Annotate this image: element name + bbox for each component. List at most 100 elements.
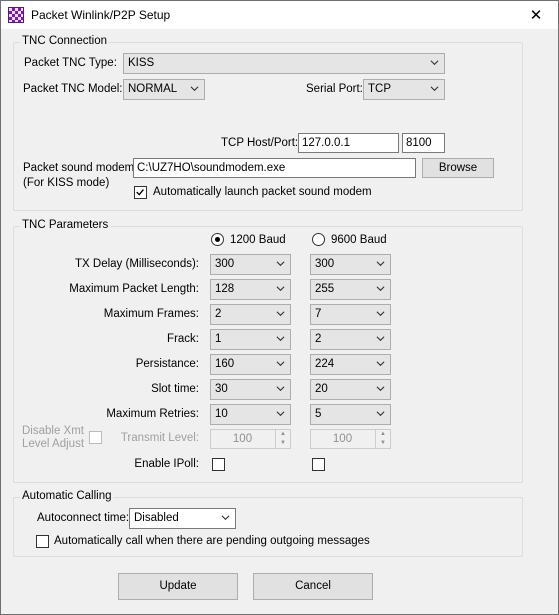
persistance-9600-value: 224 [315,358,335,370]
window-title: Packet Winlink/P2P Setup [31,8,171,22]
sound-modem-sublabel: (For KISS mode) [23,177,110,189]
enable-ipoll-label: Enable IPoll: [134,458,199,470]
chevron-down-icon [430,60,439,66]
chevron-down-icon [276,311,285,317]
autoconnect-time-label: Autoconnect time: [37,512,130,524]
max-frames-9600-value: 7 [315,308,322,320]
disable-xmt-checkbox[interactable] [89,431,102,444]
tx-delay-9600-select[interactable]: 300 [310,254,391,275]
max-retries-label: Maximum Retries: [106,408,199,420]
autoconnect-time-select[interactable]: Disabled [129,508,236,529]
checkmark-icon [136,189,144,196]
max-retries-9600-select[interactable]: 5 [310,404,391,425]
transmit-level-9600-spinner[interactable]: 100 ▲ ▼ [310,429,391,449]
winlink-app-icon [8,7,24,23]
baud-9600-label: 9600 Baud [331,234,387,246]
max-packet-length-label: Maximum Packet Length: [69,283,199,295]
tx-delay-1200-select[interactable]: 300 [210,254,291,275]
slot-time-9600-select[interactable]: 20 [310,379,391,400]
chevron-down-icon [221,515,230,521]
auto-launch-label: Automatically launch packet sound modem [153,186,372,198]
auto-call-label: Automatically call when there are pendin… [54,535,370,547]
tnc-connection-title: TNC Connection [20,35,110,47]
max-frames-label: Maximum Frames: [103,308,199,320]
slot-time-9600-value: 20 [315,383,328,395]
max-packet-length-9600-value: 255 [315,283,335,295]
browse-button[interactable]: Browse [422,158,494,178]
baud-1200-radio[interactable] [211,233,224,246]
tnc-type-value: KISS [128,57,155,69]
persistance-9600-select[interactable]: 224 [310,354,391,375]
tnc-type-label: Packet TNC Type: [24,57,117,69]
tx-delay-9600-value: 300 [315,258,335,270]
chevron-down-icon [376,361,385,367]
baud-9600-radio[interactable] [312,233,325,246]
sound-modem-path-input[interactable]: C:\UZ7HO\soundmodem.exe [133,158,416,178]
auto-call-checkbox[interactable] [36,535,49,548]
transmit-level-label: Transmit Level: [120,432,199,444]
frack-1200-value: 1 [215,333,222,345]
persistance-label: Persistance: [135,358,199,370]
tx-delay-label: TX Delay (Milliseconds): [75,258,199,270]
level-adjust-label: Level Adjust [22,438,85,450]
chevron-down-icon [376,286,385,292]
serial-port-label: Serial Port: [306,83,363,95]
cancel-button[interactable]: Cancel [253,573,373,600]
autoconnect-time-value: Disabled [134,512,179,524]
spin-down-icon[interactable]: ▼ [375,439,390,448]
chevron-down-icon [376,386,385,392]
title-bar: Packet Winlink/P2P Setup ✕ [1,1,558,29]
auto-launch-checkbox[interactable] [134,186,147,199]
slot-time-1200-select[interactable]: 30 [210,379,291,400]
max-packet-length-1200-select[interactable]: 128 [210,279,291,300]
tnc-model-label: Packet TNC Model: [23,83,123,95]
disable-xmt-label: Disable Xmt [22,425,84,437]
tcp-host-label: TCP Host/Port: [221,137,299,149]
chevron-down-icon [190,86,199,92]
chevron-down-icon [276,286,285,292]
max-retries-1200-select[interactable]: 10 [210,404,291,425]
chevron-down-icon [276,386,285,392]
close-button[interactable]: ✕ [514,1,558,29]
tnc-model-value: NORMAL [128,83,178,95]
max-frames-1200-select[interactable]: 2 [210,304,291,325]
chevron-down-icon [376,336,385,342]
max-frames-9600-select[interactable]: 7 [310,304,391,325]
serial-port-select[interactable]: TCP [363,79,445,100]
slot-time-label: Slot time: [151,383,199,395]
update-button[interactable]: Update [118,573,238,600]
spin-up-icon[interactable]: ▲ [275,430,290,439]
frack-1200-select[interactable]: 1 [210,329,291,350]
enable-ipoll-9600-checkbox[interactable] [312,458,325,471]
chevron-down-icon [376,311,385,317]
serial-port-value: TCP [368,83,391,95]
chevron-down-icon [276,261,285,267]
chevron-down-icon [276,361,285,367]
transmit-level-1200-value: 100 [232,433,253,445]
transmit-level-1200-spinner[interactable]: 100 ▲ ▼ [210,429,291,449]
baud-1200-label: 1200 Baud [230,234,286,246]
tnc-model-select[interactable]: NORMAL [123,79,205,100]
transmit-level-9600-value: 100 [332,433,353,445]
frack-9600-select[interactable]: 2 [310,329,391,350]
max-frames-1200-value: 2 [215,308,222,320]
tcp-port-input[interactable]: 8100 [402,133,445,153]
automatic-calling-title: Automatic Calling [20,490,114,502]
max-packet-length-9600-select[interactable]: 255 [310,279,391,300]
frack-9600-value: 2 [315,333,322,345]
tnc-parameters-title: TNC Parameters [20,219,111,231]
persistance-1200-select[interactable]: 160 [210,354,291,375]
spin-down-icon[interactable]: ▼ [275,439,290,448]
spin-up-icon[interactable]: ▲ [375,430,390,439]
chevron-down-icon [430,86,439,92]
tnc-type-select[interactable]: KISS [123,53,445,74]
enable-ipoll-1200-checkbox[interactable] [212,458,225,471]
tcp-host-input[interactable]: 127.0.0.1 [298,133,399,153]
chevron-down-icon [376,411,385,417]
close-icon: ✕ [529,7,543,24]
persistance-1200-value: 160 [215,358,235,370]
slot-time-1200-value: 30 [215,383,228,395]
chevron-down-icon [376,261,385,267]
max-retries-9600-value: 5 [315,408,322,420]
frack-label: Frack: [167,333,199,345]
